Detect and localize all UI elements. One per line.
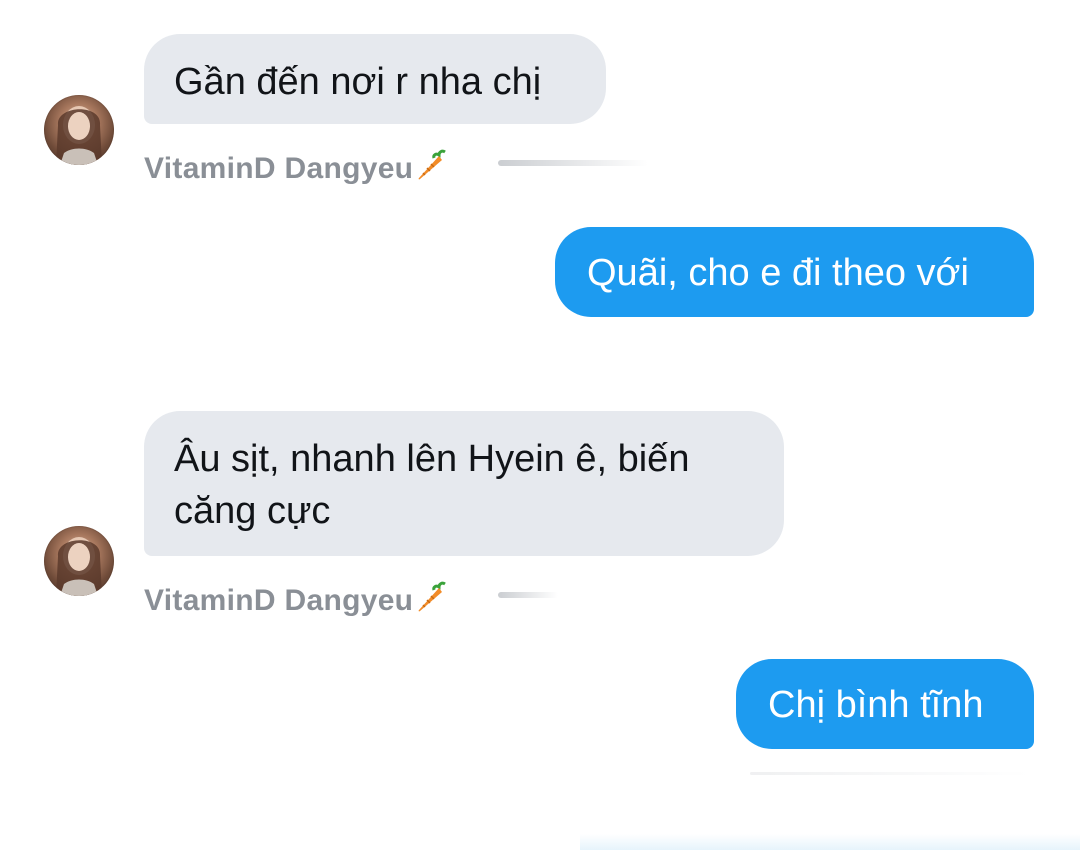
message-bubble-incoming[interactable]: Gần đến nơi r nha chị bbox=[144, 34, 606, 124]
sender-name-label: VitaminD Dangyeu bbox=[144, 584, 414, 617]
message-bubble-outgoing[interactable]: Chị bình tĩnh bbox=[736, 659, 1034, 749]
delivery-status-redacted bbox=[750, 772, 1030, 775]
sender-name: VitaminD Dangyeu bbox=[144, 578, 451, 622]
bottom-edge-fade bbox=[580, 834, 1080, 850]
timestamp-redacted bbox=[498, 592, 558, 598]
message-bubble-incoming[interactable]: Âu sịt, nhanh lên Hyein ê, biến căng cực bbox=[144, 411, 784, 556]
sender-name-label: VitaminD Dangyeu bbox=[144, 152, 414, 185]
sender-name: VitaminD Dangyeu bbox=[144, 146, 451, 190]
avatar-portrait-icon bbox=[56, 537, 102, 596]
carrot-icon bbox=[415, 146, 451, 190]
message-bubble-outgoing[interactable]: Quãi, cho e đi theo với bbox=[555, 227, 1034, 317]
timestamp-redacted bbox=[498, 160, 648, 166]
avatar-portrait-icon bbox=[56, 106, 102, 165]
sender-avatar[interactable] bbox=[44, 95, 114, 165]
chat-thread: Gần đến nơi r nha chị VitaminD Dangyeu Q… bbox=[0, 0, 1080, 850]
sender-avatar[interactable] bbox=[44, 526, 114, 596]
carrot-icon bbox=[415, 578, 451, 622]
